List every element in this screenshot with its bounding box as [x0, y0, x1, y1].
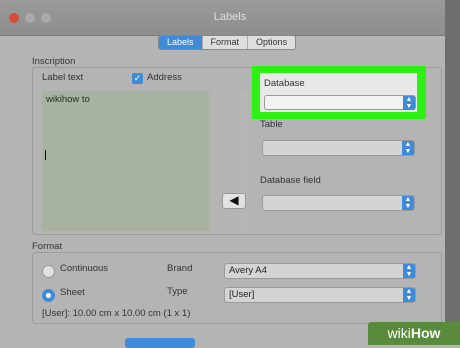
watermark-how: How: [410, 325, 441, 341]
wikihow-watermark: wikiHow: [368, 322, 460, 345]
tab-options[interactable]: Options: [248, 36, 295, 49]
updown-chevron-icon: ▲ ▼: [403, 288, 415, 302]
inscription-group-label: Inscription: [32, 56, 76, 67]
database-highlight: Database ▲ ▼: [252, 66, 426, 119]
updown-chevron-icon: ▲ ▼: [402, 141, 414, 155]
background-window-edge: [445, 0, 460, 345]
title-bar: Labels: [0, 0, 460, 36]
sheet-label: Sheet: [60, 287, 85, 298]
new-document-button[interactable]: [125, 338, 195, 348]
database-select[interactable]: ▲ ▼: [264, 95, 416, 110]
format-group-label: Format: [32, 241, 63, 252]
label-text-line: wikihow to: [46, 94, 90, 105]
updown-chevron-icon: ▲ ▼: [402, 196, 414, 210]
label-text-label: Label text: [42, 72, 84, 83]
arrow-left-icon: ◀: [229, 193, 239, 207]
database-field-select[interactable]: ▲ ▼: [262, 195, 415, 211]
updown-chevron-icon: ▲ ▼: [403, 264, 415, 278]
type-select-value: [User]: [229, 289, 255, 300]
continuous-radio[interactable]: [42, 265, 55, 278]
table-label: Table: [260, 119, 283, 130]
brand-select-value: Avery A4: [229, 265, 267, 276]
watermark-wiki: wiki: [387, 325, 411, 341]
address-label: Address: [147, 72, 182, 83]
label-text-scrollbar[interactable]: [238, 91, 248, 231]
database-field-area: Database ▲ ▼: [260, 73, 417, 112]
brand-select[interactable]: Avery A4 ▲ ▼: [224, 263, 416, 279]
table-select[interactable]: ▲ ▼: [262, 140, 415, 156]
insert-field-button[interactable]: ◀: [222, 193, 246, 209]
updown-chevron-icon: ▲ ▼: [403, 96, 415, 110]
tab-labels[interactable]: Labels: [159, 36, 203, 49]
continuous-label: Continuous: [60, 263, 109, 274]
label-size-info: [User]: 10.00 cm x 10.00 cm (1 x 1): [42, 308, 191, 319]
window-title: Labels: [213, 11, 247, 23]
type-label: Type: [167, 286, 188, 297]
address-checkbox[interactable]: ✓: [132, 73, 143, 84]
brand-label: Brand: [167, 263, 193, 274]
label-text-area[interactable]: wikihow to: [42, 91, 248, 231]
type-select[interactable]: [User] ▲ ▼: [224, 287, 416, 303]
tab-bar: Labels Format Options: [158, 35, 297, 50]
text-cursor: [45, 150, 46, 160]
sheet-radio[interactable]: [42, 289, 55, 302]
database-field-label: Database field: [260, 175, 321, 186]
tab-format[interactable]: Format: [203, 36, 249, 49]
database-label: Database: [264, 78, 305, 89]
